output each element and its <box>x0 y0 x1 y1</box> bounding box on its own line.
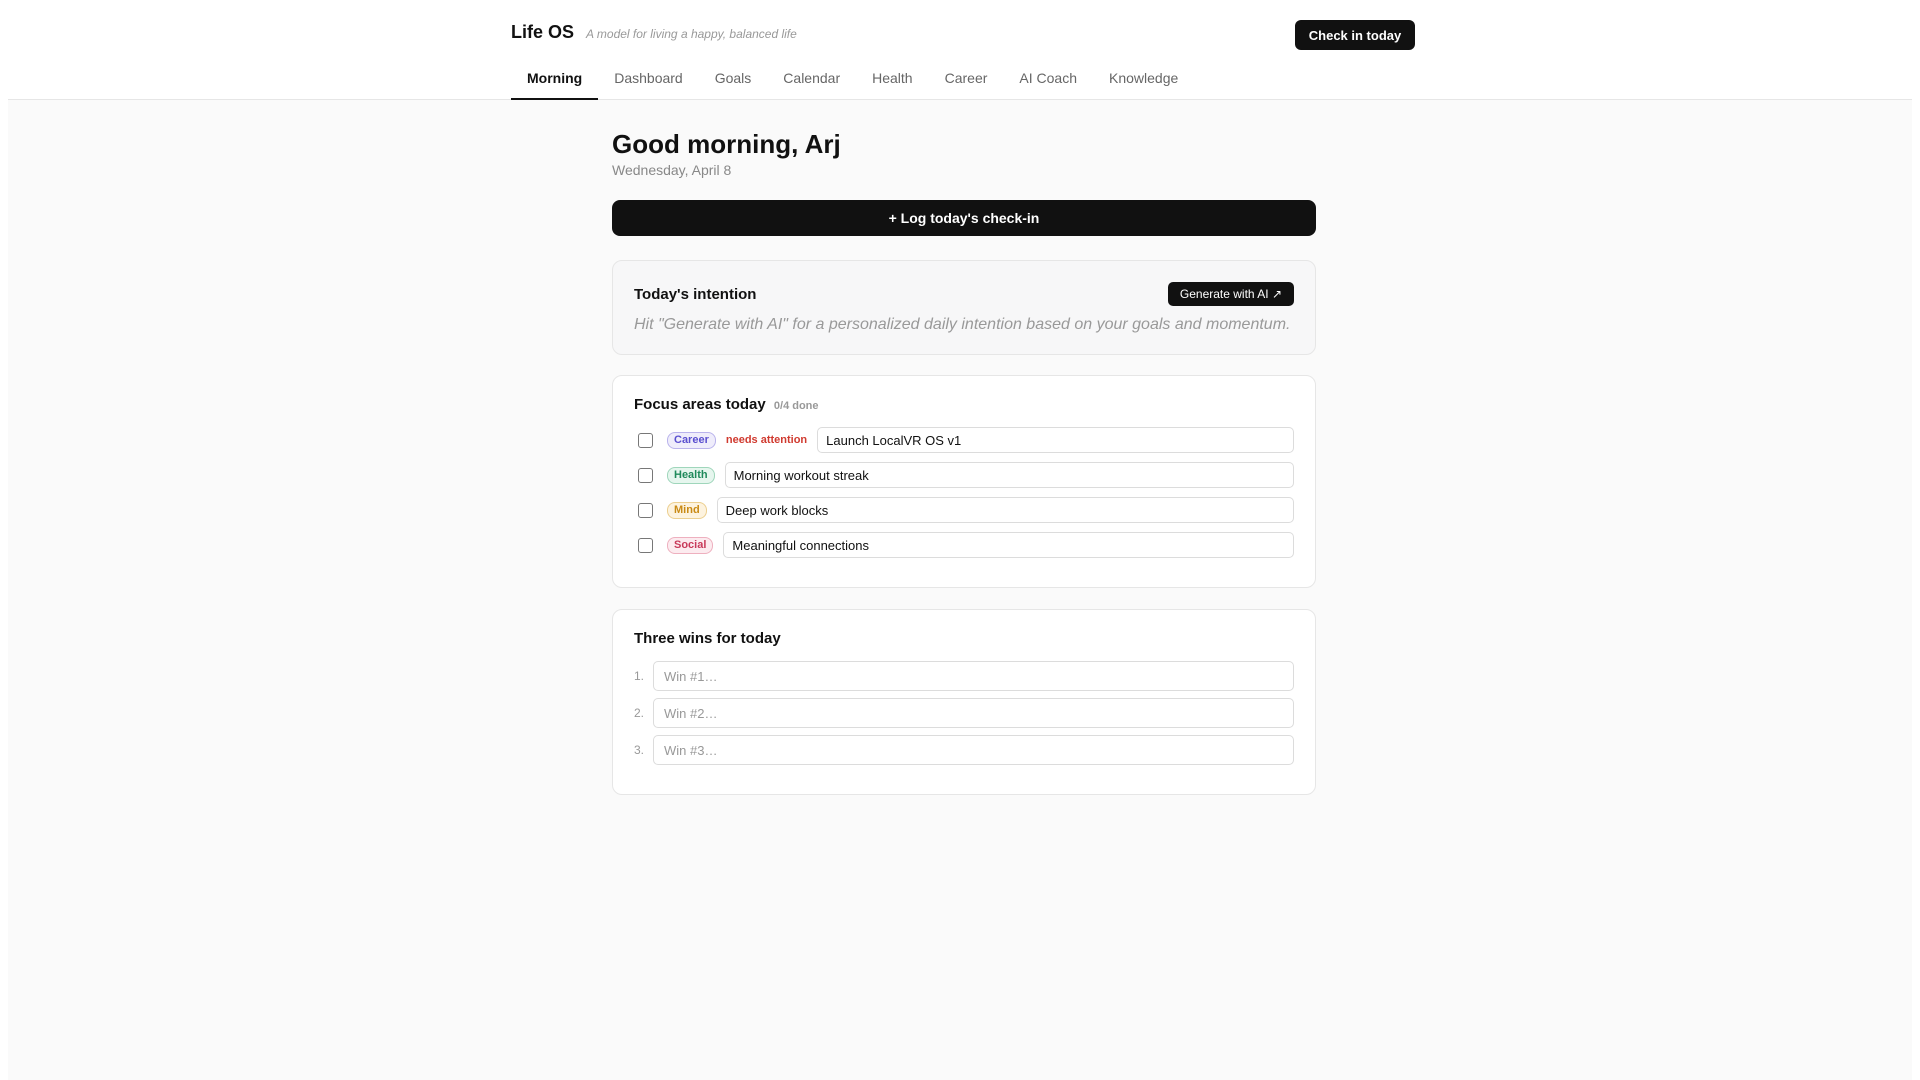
tab-career[interactable]: Career <box>929 61 1004 100</box>
focus-areas-title: Focus areas today 0/4 done <box>634 396 819 413</box>
focus-areas-heading: Focus areas today <box>634 396 766 413</box>
needs-attention-badge: needs attention <box>725 434 808 446</box>
app-title: Life OS <box>511 22 575 42</box>
win-row-2: 2. <box>634 698 1294 728</box>
intention-title: Today's intention <box>634 286 757 303</box>
three-wins-card: Three wins for today 1. 2. 3. <box>612 609 1316 795</box>
career-tag: Career <box>667 431 716 449</box>
social-tag: Social <box>667 536 714 554</box>
tab-morning[interactable]: Morning <box>511 61 599 100</box>
tab-goals[interactable]: Goals <box>699 61 768 100</box>
tab-health[interactable]: Health <box>856 61 928 100</box>
focus-row-career: Career needs attention <box>634 427 1294 453</box>
morning-page: Good morning, Arj Wednesday, April 8 + L… <box>612 128 1316 795</box>
health-tag: Health <box>667 466 715 484</box>
app-tagline: A model for living a happy, balanced lif… <box>586 27 797 41</box>
focus-progress-count: 0/4 done <box>773 400 819 412</box>
tab-bar: Morning Dashboard Goals Calendar Health … <box>511 61 1194 100</box>
tab-calendar[interactable]: Calendar <box>767 61 856 100</box>
win-input-1[interactable] <box>653 661 1294 691</box>
win-input-2[interactable] <box>653 698 1294 728</box>
win-input-3[interactable] <box>653 735 1294 765</box>
intention-hint: Hit "Generate with AI" for a personalize… <box>634 316 1291 333</box>
brand: Life OS A model for living a happy, bala… <box>511 22 797 43</box>
win-number: 2. <box>634 706 645 720</box>
focus-checkbox-health[interactable] <box>638 467 653 483</box>
win-number: 3. <box>634 743 645 757</box>
page-title: Good morning, Arj <box>612 129 841 159</box>
three-wins-title: Three wins for today <box>634 630 781 647</box>
focus-checkbox-social[interactable] <box>638 537 653 553</box>
tab-dashboard[interactable]: Dashboard <box>598 61 699 100</box>
focus-input-social[interactable] <box>723 532 1294 558</box>
log-checkin-button[interactable]: + Log today's check-in <box>612 200 1316 236</box>
tab-ai-coach[interactable]: AI Coach <box>1003 61 1093 100</box>
generate-with-ai-button[interactable]: Generate with AI ↗ <box>1167 282 1294 306</box>
focus-row-health: Health <box>634 462 1294 488</box>
focus-checkbox-mind[interactable] <box>638 502 653 518</box>
top-bar: Life OS A model for living a happy, bala… <box>8 0 1912 100</box>
check-in-today-button[interactable]: Check in today <box>1295 20 1415 50</box>
focus-input-mind[interactable] <box>716 497 1294 523</box>
focus-areas-card: Focus areas today 0/4 done Career needs … <box>612 375 1316 588</box>
win-row-3: 3. <box>634 735 1294 765</box>
focus-input-career[interactable] <box>817 427 1294 453</box>
win-number: 1. <box>634 669 645 683</box>
focus-input-health[interactable] <box>724 462 1294 488</box>
mind-tag: Mind <box>667 501 707 519</box>
win-row-1: 1. <box>634 661 1294 691</box>
focus-row-mind: Mind <box>634 497 1294 523</box>
intention-card: Today's intention Generate with AI ↗ Hit… <box>612 260 1316 355</box>
tab-knowledge[interactable]: Knowledge <box>1093 61 1194 100</box>
current-date: Wednesday, April 8 <box>612 162 732 178</box>
app-window: Life OS A model for living a happy, bala… <box>8 0 1912 1080</box>
focus-row-social: Social <box>634 532 1294 558</box>
focus-checkbox-career[interactable] <box>638 432 653 448</box>
